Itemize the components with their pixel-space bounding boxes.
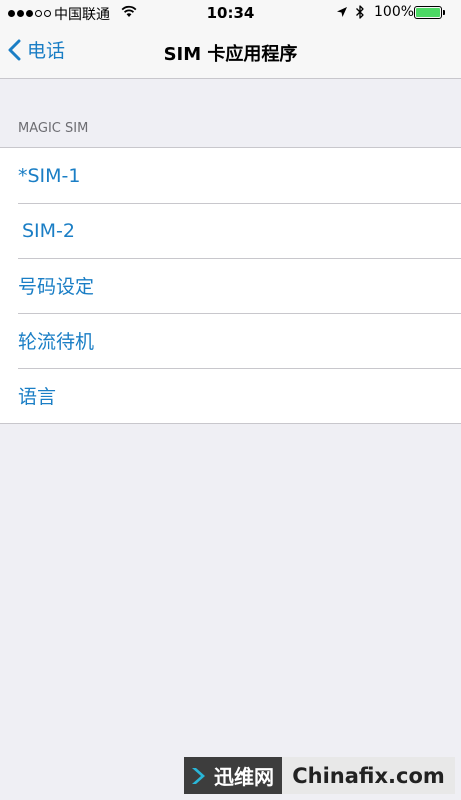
settings-list: *SIM-1 SIM-2 号码设定 轮流待机 语言 xyxy=(0,147,461,424)
section-header: MAGIC SIM xyxy=(18,121,89,136)
location-icon xyxy=(336,6,348,22)
watermark-right-text: Chinafix.com xyxy=(282,757,455,794)
page-title: SIM 卡应用程序 xyxy=(163,44,298,65)
list-item-sim-2[interactable]: SIM-2 xyxy=(0,203,461,258)
watermark: 迅维网 Chinafix.com xyxy=(184,757,455,794)
watermark-left-text: 迅维网 xyxy=(214,765,274,789)
bluetooth-icon xyxy=(355,4,365,24)
battery-icon xyxy=(414,6,442,19)
navigation-bar: 电话 SIM 卡应用程序 xyxy=(0,26,461,79)
battery-fill xyxy=(416,8,440,17)
list-item-language[interactable]: 语言 xyxy=(0,368,461,423)
list-item-alternate-standby[interactable]: 轮流待机 xyxy=(0,313,461,368)
chinafix-logo-icon xyxy=(192,767,205,784)
list-item-sim-1[interactable]: *SIM-1 xyxy=(0,148,461,203)
watermark-left: 迅维网 xyxy=(184,757,282,794)
battery-percent: 100% xyxy=(374,4,415,20)
status-bar: 中国联通 10:34 100% xyxy=(0,0,461,26)
list-item-number-settings[interactable]: 号码设定 xyxy=(0,258,461,313)
battery-tip xyxy=(443,10,445,15)
